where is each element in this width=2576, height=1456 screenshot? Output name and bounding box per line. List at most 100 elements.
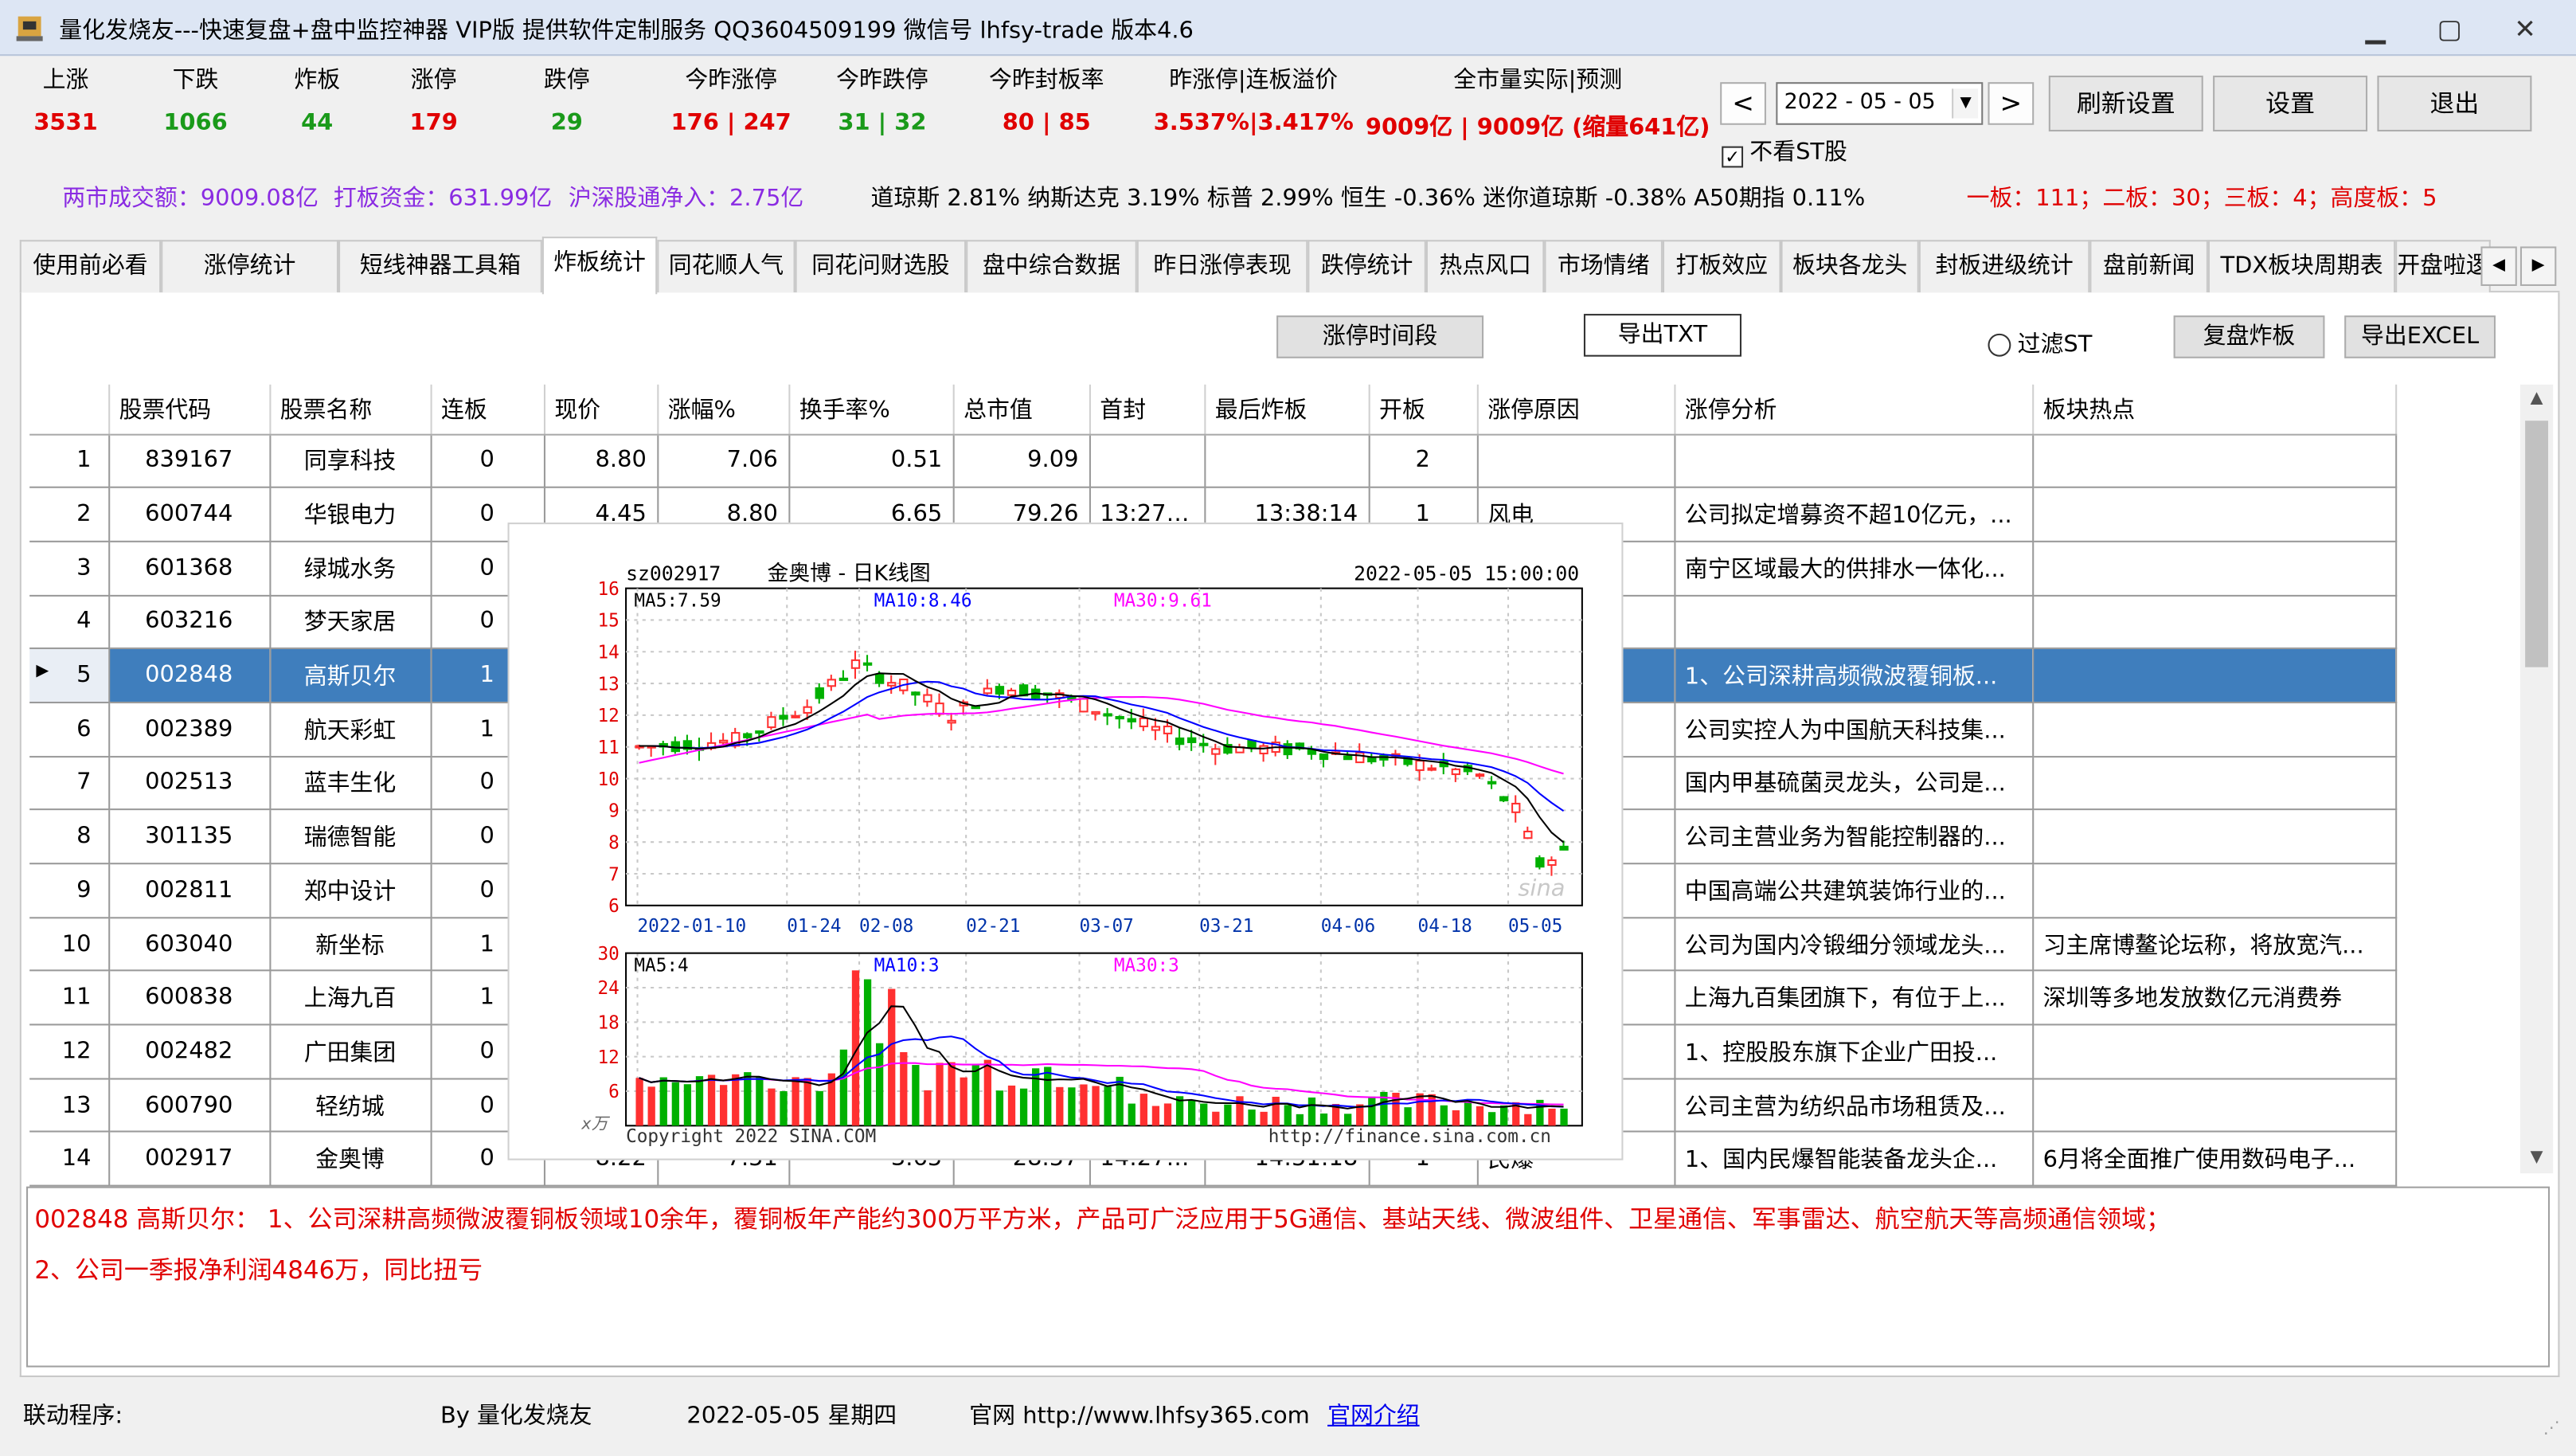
tab-4[interactable]: 同花顺人气 <box>657 240 795 293</box>
next-date-button[interactable]: > <box>1988 82 2035 125</box>
y-tick-label: 14 <box>597 643 619 663</box>
x-tick-label: 2022-01-10 <box>638 916 747 937</box>
vol-tick-label: 12 <box>597 1047 619 1068</box>
scroll-up-icon[interactable]: ▲ <box>2520 385 2553 414</box>
row-selected-icon: ▶ <box>36 662 49 681</box>
tab-16[interactable]: 开盘啦逻 <box>2395 240 2491 293</box>
tab-scroll-left-icon[interactable]: ◀ <box>2480 246 2517 286</box>
date-x-ticks: 2022-01-10 01-24 02-08 02-21 03-07 03-21 04-06… <box>636 588 1562 1126</box>
table-cell: 9 <box>29 863 110 918</box>
table-cell: 002811 <box>108 863 271 918</box>
column-header[interactable]: 最后炸板 <box>1204 384 1370 435</box>
volume-bar <box>912 1065 920 1126</box>
tab-7[interactable]: 昨日涨停表现 <box>1136 240 1308 293</box>
scroll-down-icon[interactable]: ▼ <box>2520 1144 2553 1173</box>
table-cell: 002848 <box>108 648 271 703</box>
tab-12[interactable]: 板块各龙头 <box>1781 240 1919 293</box>
website-intro-link[interactable]: 官网介绍 <box>1327 1399 1420 1431</box>
resize-grip-icon[interactable]: ⋰ <box>2543 1420 2560 1438</box>
maximize-button[interactable]: ▢ <box>2425 11 2474 47</box>
column-header[interactable]: 开板 <box>1368 384 1478 435</box>
prev-date-button[interactable]: < <box>1720 82 1766 125</box>
column-header[interactable] <box>29 384 110 435</box>
column-header[interactable]: 股票代码 <box>108 384 271 435</box>
tab-5[interactable]: 同花问财选股 <box>795 240 967 293</box>
settings-button[interactable]: 设置 <box>2213 75 2368 132</box>
radio-icon[interactable] <box>1988 333 2011 357</box>
checkbox-icon[interactable]: ✓ <box>1722 146 1744 168</box>
table-cell <box>2032 863 2397 918</box>
tab-14[interactable]: 盘前新闻 <box>2089 240 2208 293</box>
close-button[interactable]: ✕ <box>2500 11 2550 47</box>
row-number: 5 <box>76 662 92 689</box>
column-header[interactable]: 涨停原因 <box>1476 384 1675 435</box>
stat-5: 今昨涨停 176 | 247 <box>670 62 791 137</box>
stat-label: 炸板 <box>294 67 341 94</box>
window-title: 量化发烧友---快速复盘+盘中监控神器 VIP版 提供软件定制服务 QQ3604… <box>59 18 1194 45</box>
table-cell <box>1674 595 2034 650</box>
chevron-down-icon[interactable]: ▼ <box>1952 88 1979 119</box>
table-cell: 公司为国内冷锻细分领域龙头... <box>1674 917 2034 973</box>
filter-st-radio[interactable]: 过滤ST <box>1988 327 2092 360</box>
volume-bar <box>1428 1094 1436 1126</box>
table-cell: 3 <box>29 541 110 597</box>
tab-9[interactable]: 热点风口 <box>1425 240 1545 293</box>
date-value: 2022 - 05 - 05 <box>1784 90 1936 115</box>
board-counts: 一板：111；二板：30；三板：4；高度板：5 <box>1966 186 2437 213</box>
minimize-button[interactable]: ▁ <box>2351 11 2400 47</box>
refresh-settings-button[interactable]: 刷新设置 <box>2048 75 2203 132</box>
volume-bar <box>1019 1088 1028 1126</box>
column-header[interactable]: 板块热点 <box>2032 384 2397 435</box>
tab-3[interactable]: 炸板统计 <box>541 237 658 295</box>
tab-8[interactable]: 跌停统计 <box>1308 240 1426 293</box>
row-number: 1 <box>76 447 92 474</box>
table-cell: 同享科技 <box>269 433 432 489</box>
tab-15[interactable]: TDX板块周期表 <box>2207 240 2396 293</box>
tab-2[interactable]: 短线神器工具箱 <box>338 240 542 293</box>
column-header[interactable]: 涨幅% <box>657 384 790 435</box>
table-cell: 1、控股股东旗下企业广田投... <box>1674 1024 2034 1079</box>
price-y-ticks: 16 15 14 13 12 11 10 9 8 7 6 <box>597 579 619 917</box>
replay-button[interactable]: 复盘炸板 <box>2173 315 2325 358</box>
time-period-button[interactable]: 涨停时间段 <box>1276 315 1484 358</box>
volume-bar <box>1044 1067 1052 1126</box>
column-header[interactable]: 总市值 <box>952 384 1090 435</box>
column-header[interactable]: 现价 <box>543 384 659 435</box>
volume-bar <box>768 1088 776 1126</box>
date-picker[interactable]: 2022 - 05 - 05 ▼ <box>1776 82 1984 125</box>
scroll-thumb[interactable] <box>2525 421 2549 667</box>
tab-11[interactable]: 打板效应 <box>1662 240 1781 293</box>
table-cell: 600744 <box>108 487 271 542</box>
export-txt-button[interactable]: 导出TXT <box>1583 314 1741 357</box>
volume-bar <box>1200 1103 1208 1126</box>
volume-bar <box>1236 1096 1244 1126</box>
column-header[interactable]: 换手率% <box>788 384 954 435</box>
table-cell: 1、公司深耕高频微波覆铜板... <box>1674 648 2034 703</box>
candle-body <box>983 687 993 695</box>
column-header[interactable]: 涨停分析 <box>1674 384 2034 435</box>
candle-body <box>1283 743 1292 756</box>
candle-body <box>1319 753 1329 761</box>
no-st-checkbox[interactable]: ✓ 不看ST股 <box>1722 135 1847 168</box>
column-header[interactable]: 首封 <box>1089 384 1206 435</box>
export-excel-button[interactable]: 导出EXCEL <box>2344 315 2496 358</box>
tab-10[interactable]: 市场情绪 <box>1544 240 1663 293</box>
tab-1[interactable]: 涨停统计 <box>161 240 339 293</box>
volume-bar <box>780 1090 788 1126</box>
table-row[interactable]: 1 839167 同享科技 0 8.80 7.06 0.51 9.09 2 <box>29 433 2397 489</box>
table-scrollbar[interactable]: ▲ ▼ <box>2519 384 2554 1174</box>
y-tick-label: 12 <box>597 706 619 726</box>
table-cell: 600790 <box>108 1078 271 1133</box>
table-cell: 中国高端公共建筑装饰行业的... <box>1674 863 2034 918</box>
tab-13[interactable]: 封板进级统计 <box>1918 240 2090 293</box>
candle-body <box>1199 742 1209 746</box>
column-header[interactable]: 连板 <box>430 384 545 435</box>
column-header[interactable]: 股票名称 <box>269 384 432 435</box>
exit-button[interactable]: 退出 <box>2377 75 2532 132</box>
tab-scroll-right-icon[interactable]: ▶ <box>2519 246 2557 286</box>
tab-0[interactable]: 使用前必看 <box>19 240 162 293</box>
volume-bar <box>756 1077 764 1126</box>
y-tick-label: 16 <box>597 579 619 600</box>
tab-6[interactable]: 盘中综合数据 <box>966 240 1137 293</box>
table-cell: 0 <box>430 433 545 489</box>
